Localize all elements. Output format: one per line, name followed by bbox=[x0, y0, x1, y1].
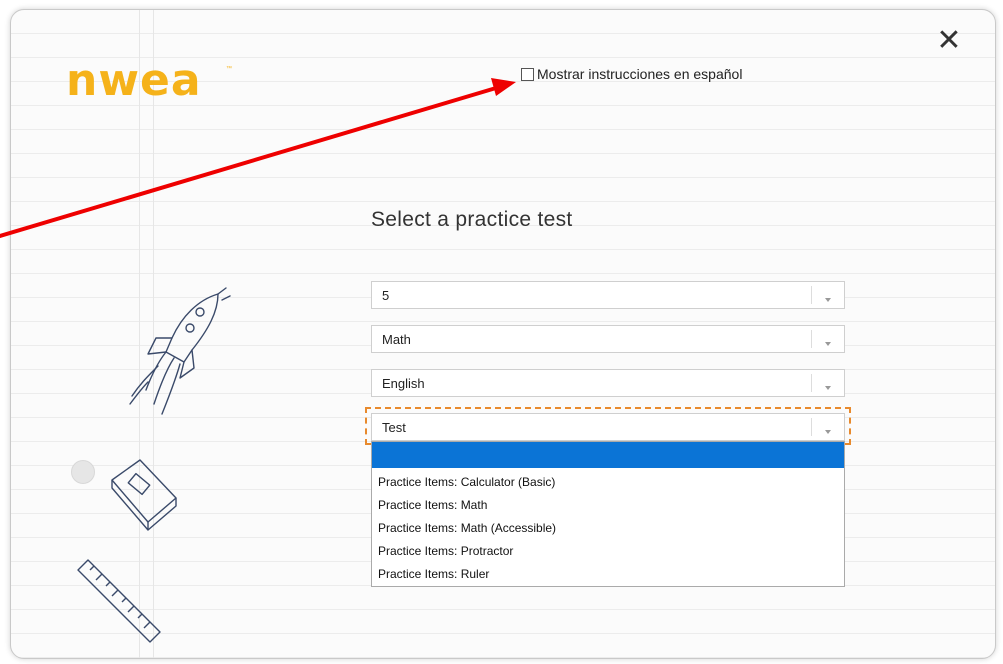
page-title: Select a practice test bbox=[371, 208, 573, 231]
screenshot-frame: ✕ nwea ™ Mostrar instrucciones en españo… bbox=[0, 0, 1003, 664]
test-options-list[interactable]: Practice Items: Calculator (Basic) Pract… bbox=[371, 441, 845, 587]
nwea-logo: nwea bbox=[66, 55, 202, 106]
test-option-ruler[interactable]: Practice Items: Ruler bbox=[372, 563, 844, 586]
spanish-instructions-checkbox[interactable] bbox=[521, 67, 534, 81]
notebook-hole bbox=[71, 460, 95, 484]
test-select-value: Test bbox=[382, 420, 406, 435]
test-option-blank[interactable] bbox=[372, 442, 844, 468]
subject-select[interactable]: Math bbox=[371, 325, 845, 353]
test-option-math-accessible[interactable]: Practice Items: Math (Accessible) bbox=[372, 517, 844, 540]
notebook-margin-line bbox=[139, 10, 140, 658]
test-option-math[interactable]: Practice Items: Math bbox=[372, 494, 844, 517]
chevron-down-icon bbox=[825, 298, 831, 302]
grade-select-value: 5 bbox=[382, 288, 390, 303]
grade-select[interactable]: 5 bbox=[371, 281, 845, 309]
subject-select-toggle[interactable] bbox=[811, 330, 844, 348]
chevron-down-icon bbox=[825, 386, 831, 390]
test-select[interactable]: Test bbox=[371, 413, 845, 441]
logo-trademark: ™ bbox=[226, 66, 232, 72]
notebook-margin-line bbox=[153, 10, 154, 658]
chevron-down-icon bbox=[825, 342, 831, 346]
close-icon[interactable]: ✕ bbox=[934, 26, 964, 56]
language-select-value: English bbox=[382, 376, 425, 391]
test-option-protractor[interactable]: Practice Items: Protractor bbox=[372, 540, 844, 563]
spanish-instructions-label[interactable]: Mostrar instrucciones en español bbox=[537, 66, 742, 82]
test-option-calculator-basic[interactable]: Practice Items: Calculator (Basic) bbox=[372, 471, 844, 494]
language-select-toggle[interactable] bbox=[811, 374, 844, 392]
subject-select-value: Math bbox=[382, 332, 411, 347]
spanish-instructions-toggle[interactable]: Mostrar instrucciones en español bbox=[521, 66, 742, 82]
test-select-toggle[interactable] bbox=[811, 418, 844, 436]
language-select[interactable]: English bbox=[371, 369, 845, 397]
grade-select-toggle[interactable] bbox=[811, 286, 844, 304]
chevron-down-icon bbox=[825, 430, 831, 434]
